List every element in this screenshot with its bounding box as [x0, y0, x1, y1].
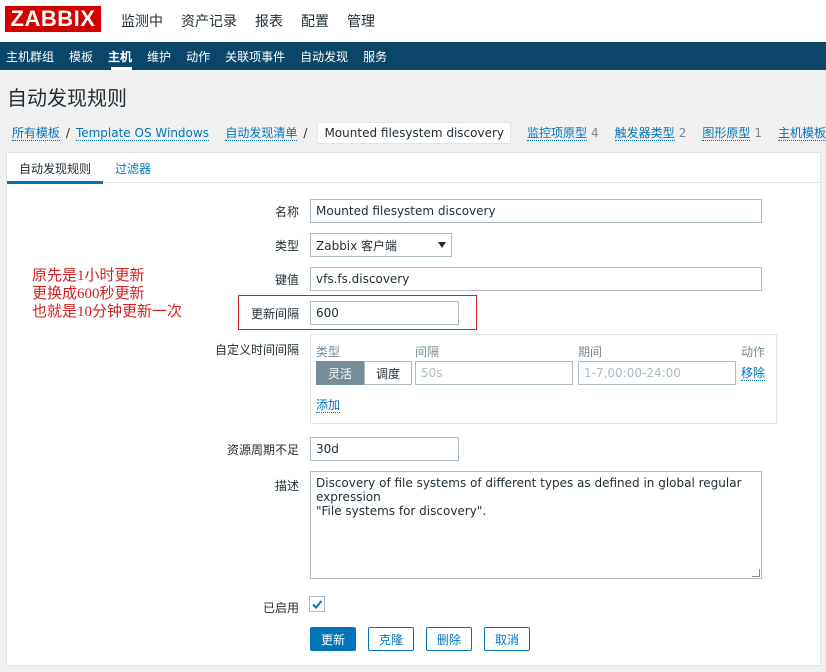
- col-interval-header: 间隔: [415, 345, 440, 359]
- main-menu-inventory[interactable]: 资产记录: [172, 0, 246, 42]
- main-menu-administration[interactable]: 管理: [338, 0, 384, 42]
- type-label: 类型: [274, 239, 299, 253]
- interval-label: 更新间隔: [250, 307, 299, 321]
- sub-menu-hosts[interactable]: 主机: [102, 42, 141, 70]
- description-label: 描述: [274, 479, 299, 493]
- cancel-button[interactable]: 取消: [484, 627, 531, 651]
- lifetime-label: 资源周期不足: [226, 443, 299, 457]
- name-input[interactable]: Mounted filesystem discovery: [310, 199, 762, 223]
- tab-bar: 自动发现规则 过滤器: [7, 153, 820, 184]
- trigger-prototypes-link[interactable]: 触发器类型: [614, 126, 675, 141]
- annotation-line-1: 原先是1小时更新: [32, 268, 145, 284]
- main-menu-monitoring[interactable]: 监测中: [112, 0, 172, 42]
- key-label: 键值: [274, 273, 299, 287]
- sub-menu-maintenance[interactable]: 维护: [141, 42, 180, 70]
- breadcrumb-graph-prototypes[interactable]: 图形原型 1: [702, 126, 762, 141]
- remove-link[interactable]: 移除: [741, 366, 766, 381]
- trigger-prototypes-count: 2: [678, 126, 687, 140]
- enabled-label: 已启用: [262, 601, 299, 615]
- main-menu-configuration[interactable]: 配置: [292, 0, 338, 42]
- custom-intervals-label: 自定义时间间隔: [214, 343, 299, 357]
- description-line-1: Discovery of file systems of different t…: [316, 476, 742, 504]
- sub-menu-actions[interactable]: 动作: [180, 42, 219, 70]
- scheduling-button[interactable]: 调度: [364, 361, 413, 385]
- sub-menu: 主机群组 模板 主机 维护 动作 关联项事件 自动发现 服务: [0, 42, 826, 70]
- lifetime-label-wrap: 资源周期不足: [7, 437, 299, 461]
- description-textarea[interactable]: Discovery of file systems of different t…: [310, 471, 762, 579]
- main-menu: 监测中 资产记录 报表 配置 管理: [112, 0, 384, 42]
- sub-menu-templates[interactable]: 模板: [63, 42, 102, 70]
- interval-type-toggle: 灵活 调度: [316, 361, 413, 385]
- form-panel: 自动发现规则 过滤器 名称 Mounted filesystem discove…: [6, 152, 821, 666]
- clone-button[interactable]: 克隆: [368, 627, 415, 651]
- breadcrumb-item-prototypes[interactable]: 监控项原型 4: [527, 126, 599, 141]
- enabled-checkbox[interactable]: [309, 596, 325, 612]
- update-button[interactable]: 更新: [310, 627, 357, 651]
- custom-interval-input[interactable]: 50s: [415, 361, 573, 385]
- delete-button[interactable]: 删除: [426, 627, 473, 651]
- main-menu-reports[interactable]: 报表: [246, 0, 292, 42]
- type-select-value: Zabbix 客户端: [316, 238, 398, 253]
- enabled-label-wrap: 已启用: [7, 595, 299, 619]
- breadcrumb-all-templates[interactable]: 所有模板: [11, 126, 60, 141]
- graph-prototypes-link[interactable]: 图形原型: [702, 126, 751, 141]
- top-bar: ZABBIX 监测中 资产记录 报表 配置 管理: [0, 0, 826, 42]
- type-select[interactable]: Zabbix 客户端: [310, 233, 452, 257]
- interval-input[interactable]: 600: [310, 301, 459, 325]
- name-label-wrap: 名称: [7, 199, 299, 223]
- breadcrumb-current: Mounted filesystem discovery: [317, 122, 512, 144]
- breadcrumb-template[interactable]: Template OS Windows: [75, 126, 209, 141]
- item-prototypes-count: 4: [591, 126, 599, 140]
- type-label-wrap: 类型: [7, 233, 299, 257]
- interval-label-wrap: 更新间隔: [7, 301, 299, 325]
- sub-menu-services[interactable]: 服务: [357, 42, 396, 70]
- host-prototypes-link[interactable]: 主机模板: [777, 126, 826, 141]
- flexible-button[interactable]: 灵活: [316, 361, 365, 385]
- custom-period-input[interactable]: 1-7,00:00-24:00: [578, 361, 736, 385]
- description-label-wrap: 描述: [7, 473, 299, 497]
- key-input[interactable]: vfs.fs.discovery: [310, 267, 762, 291]
- breadcrumb-discovery-list[interactable]: 自动发现清单: [225, 126, 298, 141]
- logo-text: ZABBIX: [10, 6, 96, 31]
- graph-prototypes-count: 1: [754, 126, 762, 140]
- sub-menu-host-groups[interactable]: 主机群组: [0, 42, 63, 70]
- custom-intervals-label-wrap: 自定义时间间隔: [7, 337, 299, 361]
- col-action-header: 动作: [741, 345, 766, 359]
- page-title: 自动发现规则: [7, 86, 127, 110]
- breadcrumb-trigger-prototypes[interactable]: 触发器类型 2: [614, 126, 687, 141]
- col-period-header: 期间: [578, 345, 603, 359]
- chevron-down-icon: [438, 242, 446, 248]
- custom-intervals-table: 类型 间隔 期间 动作 灵活 调度 50s 1-7,00:00-24:00 移除…: [310, 334, 777, 424]
- col-type-header: 类型: [316, 345, 341, 359]
- description-line-2: "File systems for discovery".: [316, 504, 487, 518]
- breadcrumb: 所有模板 / Template OS Windows 自动发现清单 / Moun…: [0, 118, 826, 148]
- breadcrumb-host-prototypes[interactable]: 主机模板: [777, 126, 826, 141]
- sub-menu-correlation[interactable]: 关联项事件: [219, 42, 294, 70]
- breadcrumb-separator: /: [65, 126, 70, 140]
- sub-menu-discovery[interactable]: 自动发现: [294, 42, 357, 70]
- tab-filters[interactable]: 过滤器: [103, 153, 163, 183]
- resize-handle-icon[interactable]: [752, 569, 760, 577]
- checkmark-icon: [312, 600, 323, 609]
- tab-discovery-rule[interactable]: 自动发现规则: [7, 153, 104, 184]
- name-label: 名称: [274, 205, 299, 219]
- item-prototypes-link[interactable]: 监控项原型: [527, 126, 588, 141]
- breadcrumb-separator: /: [303, 126, 308, 140]
- lifetime-input[interactable]: 30d: [310, 437, 459, 461]
- add-link[interactable]: 添加: [316, 398, 341, 413]
- zabbix-logo[interactable]: ZABBIX: [5, 6, 101, 32]
